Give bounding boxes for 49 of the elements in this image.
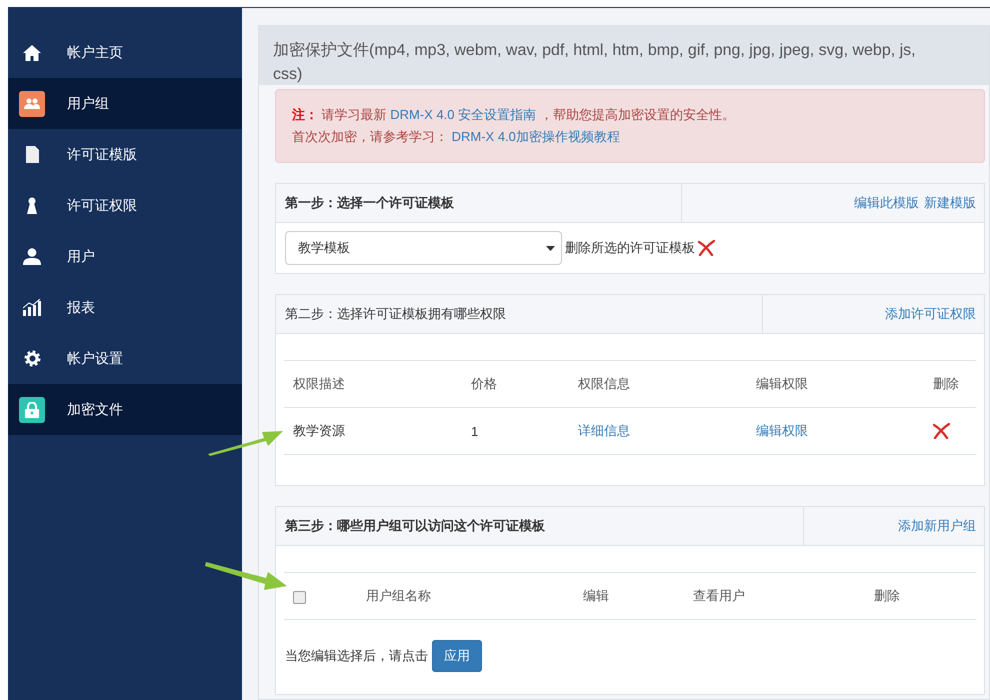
select-all-checkbox[interactable] <box>293 590 306 604</box>
step-action-link[interactable]: 添加新用户组 <box>898 517 976 535</box>
table-link[interactable]: 编辑权限 <box>756 422 933 440</box>
group-icon <box>24 98 40 110</box>
sidebar-item[interactable]: 许可证模版 <box>8 129 242 180</box>
tutorial-link[interactable]: DRM-X 4.0加密操作视频教程 <box>452 129 620 144</box>
home-icon <box>23 44 41 60</box>
bar-chart-icon <box>23 299 41 316</box>
sidebar-item[interactable]: 用户组 <box>8 78 242 129</box>
step-title: 第一步：选择一个许可证模板 <box>284 194 455 212</box>
delete-icon[interactable] <box>698 240 715 256</box>
template-select[interactable]: 教学模板 <box>285 231 562 265</box>
step-title: 第二步：选择许可证模板拥有哪些权限 <box>284 305 507 323</box>
column-header: 编辑 <box>583 587 610 605</box>
table-cell-text: 教学资源 <box>293 422 346 440</box>
document-icon <box>26 146 38 163</box>
delete-template-label: 删除所选的许可证模板 <box>565 239 695 257</box>
step-action-link[interactable]: 添加许可证权限 <box>885 305 976 323</box>
column-header: 编辑权限 <box>756 375 809 393</box>
column-header: 删除 <box>933 375 960 393</box>
panel-title: 加密保护文件(mp4, mp3, webm, wav, pdf, html, htm, bmp, gif, png, jpg, jpeg, svg, webp, js, css) <box>273 40 917 85</box>
lock-icon <box>25 402 39 418</box>
table-cell-text: 1 <box>471 424 480 438</box>
apply-hint: 当您编辑选择后，请点击 <box>285 647 428 665</box>
apply-button[interactable]: 应用 <box>432 640 482 672</box>
column-header: 权限信息 <box>578 375 631 393</box>
column-header: 删除 <box>874 587 901 605</box>
notice-text: 首次次加密，请参考学习： DRM-X 4.0加密操作视频教程 <box>292 128 621 146</box>
user-icon <box>23 248 41 265</box>
sidebar-item[interactable]: 帐户主页 <box>8 27 242 78</box>
settings-icon <box>24 350 40 367</box>
column-header: 权限描述 <box>293 375 346 393</box>
keyhole-icon <box>27 197 37 214</box>
sidebar-item[interactable]: 许可证权限 <box>8 180 242 231</box>
sidebar-item[interactable]: 用户 <box>8 231 242 282</box>
column-header: 用户组名称 <box>366 587 432 605</box>
delete-icon[interactable] <box>933 423 950 439</box>
column-header: 价格 <box>471 375 498 393</box>
sidebar-item[interactable]: 报表 <box>8 282 242 333</box>
step-title: 第三步：哪些用户组可以访问这个许可证模板 <box>284 517 546 535</box>
caret-icon <box>546 246 555 250</box>
guide-link[interactable]: DRM-X 4.0 安全设置指南 <box>390 107 536 122</box>
sidebar-item[interactable]: 帐户设置 <box>8 333 242 384</box>
step-action-link[interactable]: 编辑此模版 <box>854 194 919 212</box>
step-action-link[interactable]: 新建模版 <box>924 194 976 212</box>
column-header: 查看用户 <box>693 587 746 605</box>
sidebar-item[interactable]: 加密文件 <box>8 384 242 435</box>
table-link[interactable]: 详细信息 <box>578 422 756 440</box>
notice-text: 注： 请学习最新 DRM-X 4.0 安全设置指南 ，帮助您提高加密设置的安全性。 <box>292 106 736 124</box>
